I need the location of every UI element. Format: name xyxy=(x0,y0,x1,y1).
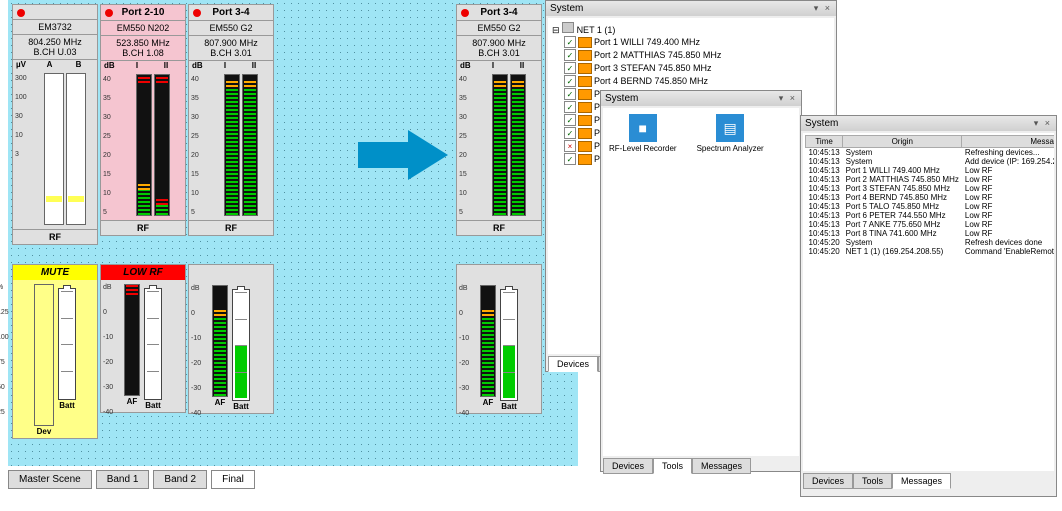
table-row[interactable]: 10:45:13Port 5 TALO 745.850 MHzLow RFWAR… xyxy=(806,202,1055,211)
tab-tools[interactable]: Tools xyxy=(853,473,892,489)
rf-meter-i xyxy=(224,74,240,216)
table-row[interactable]: 10:45:13Port 1 WILLI 749.400 MHzLow RFWA… xyxy=(806,166,1055,175)
checkbox-icon[interactable]: ✓ xyxy=(564,49,576,61)
rf-meter-b xyxy=(66,73,86,225)
tree-item[interactable]: ✓Port 4 BERND 745.850 MHz xyxy=(552,75,830,88)
tab-band1[interactable]: Band 1 xyxy=(96,470,150,489)
channel-3[interactable]: Port 3-4 EM550 G2 807.900 MHzB.CH 3.01 d… xyxy=(188,4,274,236)
analyzer-icon: ▤ xyxy=(716,114,744,142)
device-icon xyxy=(578,63,592,74)
tool-rf-recorder[interactable]: ■RF-Level Recorder xyxy=(609,114,677,450)
device-icon xyxy=(578,76,592,87)
model-label: EM550 G2 xyxy=(189,21,273,36)
checkbox-icon[interactable]: ✓ xyxy=(564,88,576,100)
system-messages-window[interactable]: System ▾ × Time Origin Message Severity 1… xyxy=(800,115,1057,497)
device-icon xyxy=(578,37,592,48)
channel-1[interactable]: EM3732 804.250 MHzB.CH U.03 µVAB 3001003… xyxy=(12,4,98,245)
device-icon xyxy=(578,141,592,152)
battery-icon xyxy=(144,288,162,400)
deviation-meter xyxy=(34,284,54,426)
table-row[interactable]: 10:45:13Port 6 PETER 744.550 MHzLow RFWA… xyxy=(806,211,1055,220)
tab-devices[interactable]: Devices xyxy=(603,458,653,474)
rec-dot-icon xyxy=(17,9,25,17)
tab-master-scene[interactable]: Master Scene xyxy=(8,470,92,489)
table-row[interactable]: 10:45:13SystemAdd device (IP: 169.254.20… xyxy=(806,157,1055,166)
arrow-right-icon xyxy=(358,130,448,180)
channel-4[interactable]: Port 3-4 EM550 G2 807.900 MHzB.CH 3.01 d… xyxy=(456,4,542,236)
window-controls[interactable]: ▾ × xyxy=(779,93,797,104)
rec-dot-icon xyxy=(105,9,113,17)
battery-icon xyxy=(500,289,518,401)
tab-tools[interactable]: Tools xyxy=(653,458,692,474)
table-row[interactable]: 10:45:13Port 2 MATTHIAS 745.850 MHzLow R… xyxy=(806,175,1055,184)
table-row[interactable]: 10:45:13Port 3 STEFAN 745.850 MHzLow RFW… xyxy=(806,184,1055,193)
model-label: EM550 G2 xyxy=(457,21,541,36)
window-title: System xyxy=(605,93,638,104)
battery-icon xyxy=(58,288,76,400)
device-icon xyxy=(578,50,592,61)
rf-meter-ii xyxy=(154,74,170,216)
tab-messages[interactable]: Messages xyxy=(892,473,951,489)
rf-meter-ii xyxy=(510,74,526,216)
tool-spectrum-analyzer[interactable]: ▤Spectrum Analyzer xyxy=(697,114,764,450)
table-row[interactable]: 10:45:20NET 1 (1) (169.254.208.55)Comman… xyxy=(806,247,1055,256)
rf-meter-i xyxy=(136,74,152,216)
window-title: System xyxy=(550,3,583,14)
scene-tabs: Master Scene Band 1 Band 2 Final xyxy=(8,470,255,489)
device-icon xyxy=(578,154,592,165)
af-block-1: MUTE %125100755025 Dev Batt xyxy=(12,264,98,439)
checkbox-icon[interactable]: ✓ xyxy=(564,153,576,165)
mute-indicator: MUTE xyxy=(13,265,97,280)
table-row[interactable]: 10:45:13Port 7 ANKE 775.650 MHzLow RFWAR… xyxy=(806,220,1055,229)
tab-devices[interactable]: Devices xyxy=(803,473,853,489)
battery-icon xyxy=(232,289,250,401)
table-row[interactable]: 10:45:13SystemRefreshing devices...INFO xyxy=(806,148,1055,158)
checkbox-icon[interactable]: ✓ xyxy=(564,75,576,87)
checkbox-icon[interactable]: ✓ xyxy=(564,114,576,126)
device-icon xyxy=(578,89,592,100)
rec-dot-icon xyxy=(193,9,201,17)
checkbox-icon[interactable]: ✓ xyxy=(564,36,576,48)
window-title: System xyxy=(805,118,838,129)
tree-item[interactable]: ✓Port 3 STEFAN 745.850 MHz xyxy=(552,62,830,75)
checkbox-icon[interactable]: ✓ xyxy=(564,127,576,139)
checkbox-icon[interactable]: × xyxy=(564,140,576,152)
system-tools-window[interactable]: System ▾ × ■RF-Level Recorder ▤Spectrum A… xyxy=(600,90,802,472)
af-meter xyxy=(212,285,228,397)
message-table[interactable]: Time Origin Message Severity 10:45:13Sys… xyxy=(805,135,1054,256)
af-block-3: dB0-10-20-30-40 AF Batt xyxy=(188,264,274,414)
lowrf-indicator: LOW RF xyxy=(101,265,185,280)
model-label: EM550 N202 xyxy=(101,21,185,36)
recorder-icon: ■ xyxy=(629,114,657,142)
af-block-4: dB0-10-20-30-40 AF Batt xyxy=(456,264,542,414)
channel-2[interactable]: Port 2-10 EM550 N202 523.850 MHzB.CH 1.0… xyxy=(100,4,186,236)
rf-meter-ii xyxy=(242,74,258,216)
tab-band2[interactable]: Band 2 xyxy=(153,470,207,489)
model-label: EM3732 xyxy=(13,20,97,35)
device-icon xyxy=(578,128,592,139)
table-row[interactable]: 10:45:13Port 4 BERND 745.850 MHzLow RFWA… xyxy=(806,193,1055,202)
device-icon xyxy=(578,115,592,126)
monitor-panel: EM3732 804.250 MHzB.CH U.03 µVAB 3001003… xyxy=(8,0,578,466)
af-block-2: LOW RF dB0-10-20-30-40 AF Batt xyxy=(100,264,186,413)
rf-meter-i xyxy=(492,74,508,216)
tree-item[interactable]: ✓Port 2 MATTHIAS 745.850 MHz xyxy=(552,49,830,62)
window-controls[interactable]: ▾ × xyxy=(814,3,832,14)
rec-dot-icon xyxy=(461,9,469,17)
rf-meter-a xyxy=(44,73,64,225)
tab-messages[interactable]: Messages xyxy=(692,458,751,474)
checkbox-icon[interactable]: ✓ xyxy=(564,101,576,113)
tab-final[interactable]: Final xyxy=(211,470,255,489)
table-row[interactable]: 10:45:13Port 8 TINA 741.600 MHzLow RFWAR… xyxy=(806,229,1055,238)
af-meter xyxy=(124,284,140,396)
window-controls[interactable]: ▾ × xyxy=(1034,118,1052,129)
checkbox-icon[interactable]: ✓ xyxy=(564,62,576,74)
af-meter xyxy=(480,285,496,397)
tree-item[interactable]: ✓Port 1 WILLI 749.400 MHz xyxy=(552,36,830,49)
device-icon xyxy=(578,102,592,113)
table-row[interactable]: 10:45:20SystemRefresh devices doneINFO xyxy=(806,238,1055,247)
tab-devices[interactable]: Devices xyxy=(548,356,598,372)
